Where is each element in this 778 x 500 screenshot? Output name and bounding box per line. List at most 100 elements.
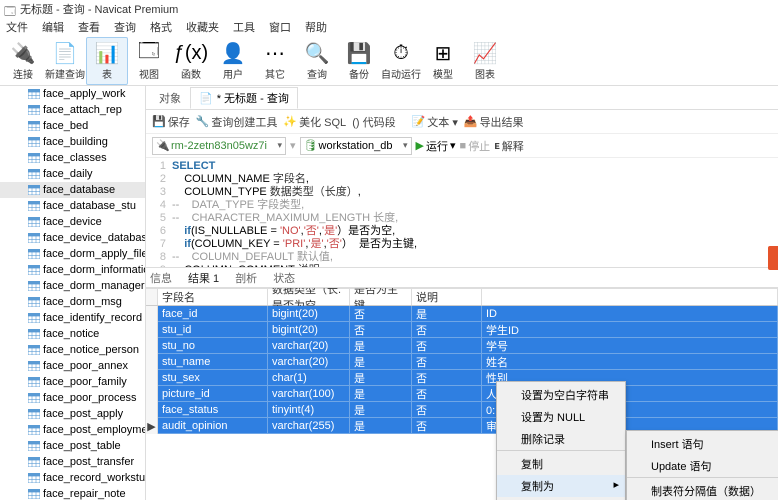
menu-file[interactable]: 文件 [6, 19, 28, 35]
menu-format[interactable]: 格式 [150, 19, 172, 35]
table-row[interactable]: face_idbigint(20)否是ID [146, 306, 778, 322]
sql-editor[interactable]: 123456789 SELECT COLUMN_NAME 字段名, COLUMN… [146, 158, 778, 268]
table-row[interactable]: stu_idbigint(20)否否学生ID [146, 322, 778, 338]
save-button[interactable]: 💾保存 [152, 114, 190, 130]
ctx-item[interactable]: 设置为 NULL [497, 406, 625, 428]
table-row[interactable]: face_statustinyint(4)是否0: 待审核 1：已通过 [146, 402, 778, 418]
run-button[interactable]: ▶运行 ▾ [416, 138, 456, 154]
sidebar-item-face_post_employmen[interactable]: face_post_employmen [0, 422, 145, 438]
query-icon: 📄 [199, 92, 213, 105]
ctx-sub-item[interactable]: Insert 语句 [627, 433, 778, 455]
sidebar-item-face_dorm_manager[interactable]: face_dorm_manager [0, 278, 145, 294]
sidebar-item-face_database[interactable]: face_database [0, 182, 145, 198]
col-field[interactable]: 字段名 [158, 289, 268, 305]
sidebar-item-face_device_database[interactable]: face_device_database [0, 230, 145, 246]
menu-query[interactable]: 查询 [114, 19, 136, 35]
sidebar-item-face_device[interactable]: face_device [0, 214, 145, 230]
query-button[interactable]: 🔍查询 [296, 37, 338, 85]
sidebar-item-face_bed[interactable]: face_bed [0, 118, 145, 134]
menu-view[interactable]: 查看 [78, 19, 100, 35]
menu-tools[interactable]: 工具 [233, 19, 255, 35]
menu-help[interactable]: 帮助 [305, 19, 327, 35]
result-tabs: 信息 结果 1 剖析 状态 [146, 268, 778, 288]
menu-window[interactable]: 窗口 [269, 19, 291, 35]
text-button[interactable]: 📝文本 ▾ [412, 114, 458, 130]
tab-object[interactable]: 对象 [150, 87, 190, 109]
user-button[interactable]: 👤用户 [212, 37, 254, 85]
table-button[interactable]: 📊表 [86, 37, 128, 85]
menu-edit[interactable]: 编辑 [42, 19, 64, 35]
col-type[interactable]: 数据类型（长.是否为空 [268, 289, 350, 305]
query-builder-button[interactable]: 🔧查询创建工具 [196, 114, 278, 130]
sidebar-item-face_classes[interactable]: face_classes [0, 150, 145, 166]
side-tab[interactable] [768, 246, 778, 270]
tab-result1[interactable]: 结果 1 [188, 270, 219, 286]
table-icon [28, 281, 40, 291]
sidebar-item-face_attach_rep[interactable]: face_attach_rep [0, 102, 145, 118]
connection-select[interactable]: 🔌rm-2zetn83n05wz7i [152, 137, 286, 155]
new-query-button[interactable]: 📄新建查询 [44, 37, 86, 85]
model-icon: ⊞ [435, 40, 452, 66]
sidebar-item-face_post_apply[interactable]: face_post_apply [0, 406, 145, 422]
sidebar-item-face_dorm_informatior[interactable]: face_dorm_informatior [0, 262, 145, 278]
sidebar-item-face_post_transfer[interactable]: face_post_transfer [0, 454, 145, 470]
tab-status[interactable]: 状态 [273, 270, 295, 286]
sidebar-item-face_notice_person[interactable]: face_notice_person [0, 342, 145, 358]
ctx-item[interactable]: 设置为空白字符串 [497, 384, 625, 406]
connect-button[interactable]: 🔌连接 [2, 37, 44, 85]
result-grid: 字段名 数据类型（长.是否为空 是否为主键 说明 face_idbigint(2… [146, 288, 778, 434]
tab-query[interactable]: 📄* 无标题 - 查询 [190, 87, 298, 109]
sidebar-item-face_dorm_apply_file[interactable]: face_dorm_apply_file [0, 246, 145, 262]
table-icon [28, 153, 40, 163]
sidebar-item-face_poor_annex[interactable]: face_poor_annex [0, 358, 145, 374]
context-menu: 设置为空白字符串设置为 NULL删除记录复制复制为▸粘贴▸显示▸ [496, 381, 626, 500]
query-toolbar: 💾保存 🔧查询创建工具 ✨美化 SQL () 代码段 📝文本 ▾ 📤导出结果 [146, 110, 778, 134]
export-button[interactable]: 📤导出结果 [464, 114, 524, 130]
table-icon [28, 425, 40, 435]
backup-icon: 💾 [347, 40, 372, 66]
table-row[interactable]: stu_novarchar(20)是否学号 [146, 338, 778, 354]
code-snippet-button[interactable]: () 代码段 [352, 114, 395, 130]
col-pk[interactable]: 说明 [412, 289, 482, 305]
sidebar-item-face_dorm_msg[interactable]: face_dorm_msg [0, 294, 145, 310]
sidebar-item-face_poor_family[interactable]: face_poor_family [0, 374, 145, 390]
stop-button[interactable]: ■停止 [460, 138, 491, 154]
schema-select[interactable]: 🛢workstation_db [300, 137, 412, 155]
menu-fav[interactable]: 收藏夹 [186, 19, 219, 35]
beautify-button[interactable]: ✨美化 SQL [283, 114, 346, 130]
sidebar-item-face_poor_process[interactable]: face_poor_process [0, 390, 145, 406]
view-button[interactable]: 🗔视图 [128, 37, 170, 85]
sidebar-item-face_daily[interactable]: face_daily [0, 166, 145, 182]
sidebar-item-face_identify_record[interactable]: face_identify_record [0, 310, 145, 326]
sidebar-item-face_post_table[interactable]: face_post_table [0, 438, 145, 454]
backup-button[interactable]: 💾备份 [338, 37, 380, 85]
sidebar-item-face_apply_work[interactable]: face_apply_work [0, 86, 145, 102]
model-button[interactable]: ⊞模型 [422, 37, 464, 85]
sidebar-item-face_notice[interactable]: face_notice [0, 326, 145, 342]
ctx-sub-item[interactable]: 制表符分隔值（数据） [627, 480, 778, 500]
chart-button[interactable]: 📈图表 [464, 37, 506, 85]
ctx-item[interactable]: 复制 [497, 453, 625, 475]
sql-text[interactable]: SELECT COLUMN_NAME 字段名, COLUMN_TYPE 数据类型… [172, 158, 417, 267]
explain-button[interactable]: ᴇ解释 [494, 138, 524, 154]
ctx-item[interactable]: 复制为▸ [497, 475, 625, 497]
ctx-item[interactable]: 删除记录 [497, 428, 625, 451]
table-icon [28, 329, 40, 339]
function-button[interactable]: ƒ(x)函数 [170, 37, 212, 85]
table-row[interactable]: stu_namevarchar(20)是否姓名 [146, 354, 778, 370]
other-button[interactable]: ⋯其它 [254, 37, 296, 85]
sidebar-item-face_building[interactable]: face_building [0, 134, 145, 150]
auto-button[interactable]: ⏱自动运行 [380, 37, 422, 85]
sidebar-item-face_repair_note[interactable]: face_repair_note [0, 486, 145, 500]
tab-info[interactable]: 信息 [150, 270, 172, 286]
table-row[interactable]: stu_sexchar(1)是否性别 [146, 370, 778, 386]
ctx-sub-item[interactable]: Update 语句 [627, 455, 778, 478]
tab-profile[interactable]: 剖析 [235, 270, 257, 286]
app-icon: 🗔 [4, 3, 16, 15]
table-icon [28, 185, 40, 195]
table-row[interactable]: picture_idvarchar(100)是否人脸库图片ID [146, 386, 778, 402]
sidebar-item-face_database_stu[interactable]: face_database_stu [0, 198, 145, 214]
col-null[interactable]: 是否为主键 [350, 289, 412, 305]
sidebar-item-face_record_workstudy[interactable]: face_record_workstudy [0, 470, 145, 486]
col-desc[interactable] [482, 289, 778, 305]
